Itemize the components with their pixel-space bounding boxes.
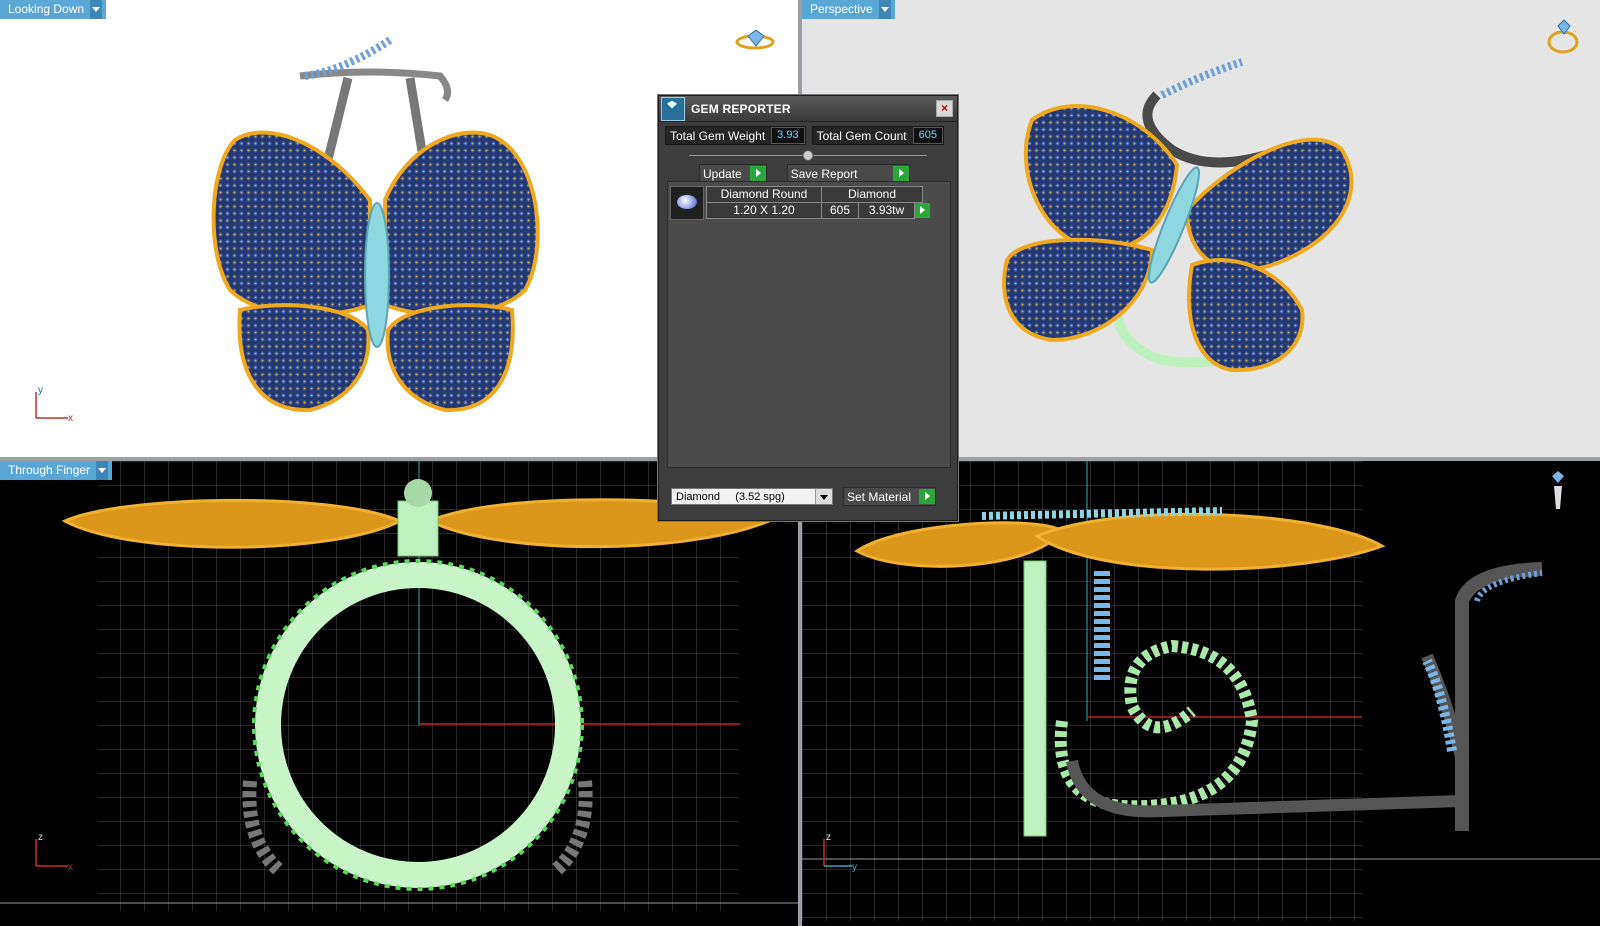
play-icon[interactable] <box>893 166 910 181</box>
play-icon[interactable] <box>919 489 936 504</box>
gem-material: Diamond <box>821 186 923 203</box>
viewport-label-text: Through Finger <box>8 463 91 477</box>
viewport-label-through-finger[interactable]: Through Finger <box>0 461 113 480</box>
gem-reporter-titlebar[interactable]: GEM REPORTER × <box>659 96 957 122</box>
lower-right-wing <box>1187 258 1305 373</box>
total-gem-count: Total Gem Count 605 <box>811 126 944 145</box>
total-gem-weight-label: Total Gem Weight <box>670 128 766 143</box>
panel-resize-slider[interactable] <box>689 148 927 162</box>
butterfly-body <box>364 202 390 348</box>
gem-list-row[interactable]: Diamond Round 1.20 X 1.20 Diamond 605 3.… <box>670 186 930 220</box>
viewport-label-text: Perspective <box>810 2 873 16</box>
left-lower-wing <box>237 303 371 413</box>
close-icon[interactable]: × <box>936 100 953 117</box>
set-material-button-label: Set Material <box>847 489 912 504</box>
gem-count: 605 <box>821 202 859 219</box>
material-select[interactable]: Diamond (3.52 spg) <box>671 488 833 505</box>
viewport-label-text: Looking Down <box>8 2 85 16</box>
gem-shape: Diamond Round <box>706 186 822 203</box>
chevron-down-icon[interactable] <box>90 0 103 19</box>
gem-list[interactable]: Diamond Round 1.20 X 1.20 Diamond 605 3.… <box>667 181 951 468</box>
axis-y-label: y <box>38 385 43 396</box>
through-finger-scene: z x <box>0 461 798 911</box>
ring-view-icon[interactable] <box>735 29 775 50</box>
chevron-down-icon[interactable] <box>815 489 832 504</box>
axis-y-label: y <box>852 862 857 873</box>
gem-reporter-panel[interactable]: GEM REPORTER × Total Gem Weight 3.93 Tot… <box>658 95 958 521</box>
play-icon[interactable] <box>749 166 766 181</box>
set-material-button[interactable]: Set Material <box>843 487 937 506</box>
perspective-ring-icon[interactable] <box>1547 19 1579 54</box>
viewport-label-looking-down[interactable]: Looking Down <box>0 0 107 19</box>
lower-left-wing <box>1002 237 1155 343</box>
axis-x-label: x <box>68 413 73 424</box>
viewport-side[interactable]: z y <box>802 461 1600 926</box>
gem-weight: 3.93tw <box>858 202 915 219</box>
axis-z-label: z <box>826 832 831 843</box>
side-scene: z y <box>802 461 1600 921</box>
axis-z-label: z <box>38 832 43 843</box>
chevron-down-icon[interactable] <box>96 461 109 480</box>
update-button-label: Update <box>703 166 742 181</box>
save-report-button-label: Save Report <box>790 166 858 181</box>
total-gem-weight: Total Gem Weight 3.93 <box>665 126 806 145</box>
diamond-round-icon <box>670 186 704 220</box>
material-select-value: Diamond (3.52 spg) <box>676 491 785 503</box>
left-upper-wing <box>211 130 372 317</box>
right-lower-wing <box>385 303 515 413</box>
viewport-through-finger[interactable]: z x Through Finger <box>0 461 798 926</box>
chevron-down-icon[interactable] <box>878 0 891 19</box>
side-view-ring-icon[interactable] <box>1552 471 1564 509</box>
slider-knob[interactable] <box>802 150 814 161</box>
viewport-label-perspective[interactable]: Perspective <box>802 0 895 19</box>
total-gem-count-label: Total Gem Count <box>816 128 907 143</box>
total-gem-count-value: 605 <box>912 127 943 144</box>
play-icon[interactable] <box>915 203 930 218</box>
axis-x-label: x <box>68 862 73 873</box>
gem-size: 1.20 X 1.20 <box>706 202 822 219</box>
total-gem-weight-value: 3.93 <box>771 127 805 144</box>
right-upper-wing <box>383 130 540 317</box>
gem-icon <box>661 96 685 121</box>
gem-reporter-title: GEM REPORTER <box>691 101 791 116</box>
